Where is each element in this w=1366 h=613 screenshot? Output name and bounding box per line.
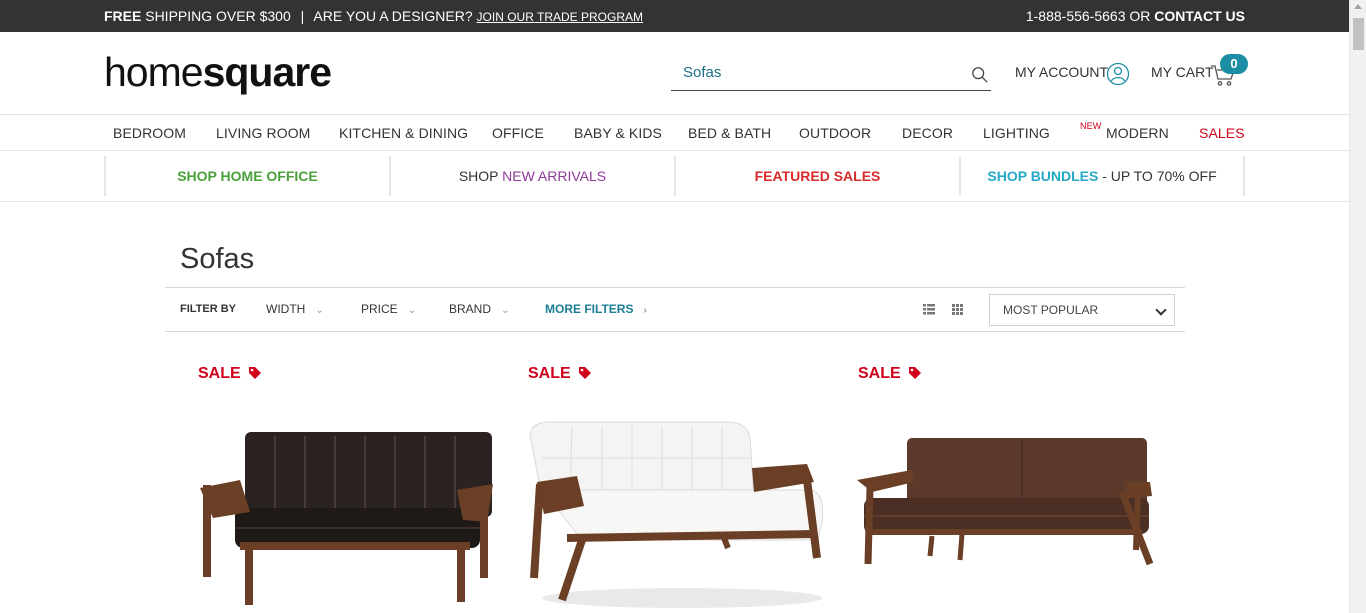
product-image-leather-sofa-black[interactable] — [195, 420, 500, 610]
filter-bar: FILTER BY WIDTH ⌄ PRICE ⌄ BRAND ⌄ MORE FILT… — [165, 287, 1185, 332]
nav-item-lighting[interactable]: LIGHTING — [983, 125, 1050, 141]
nav-item-modern[interactable]: NEW MODERN — [1080, 121, 1169, 141]
product-image-leather-sofa-brown[interactable] — [852, 432, 1157, 582]
nav-item-sales[interactable]: SALES — [1199, 125, 1245, 141]
search-icon[interactable] — [971, 66, 989, 84]
filter-width[interactable]: WIDTH ⌄ — [266, 302, 324, 316]
promo-strip: SHOP HOME OFFICE SHOP NEW ARRIVALS FEATU… — [0, 151, 1349, 202]
top-announcement-bar: FREE SHIPPING OVER $300 | ARE YOU A DESI… — [0, 0, 1366, 32]
scroll-up-icon[interactable] — [1354, 4, 1362, 9]
chevron-down-icon — [1155, 304, 1167, 316]
product-image-leather-sofa-white[interactable] — [522, 418, 827, 610]
filter-brand-label: BRAND — [449, 302, 492, 316]
filter-width-label: WIDTH — [266, 302, 306, 316]
chevron-down-icon: ⌄ — [407, 305, 417, 316]
search-input[interactable] — [683, 64, 953, 81]
sale-badge: SALE — [528, 365, 592, 383]
nav-item-decor[interactable]: DECOR — [902, 125, 953, 141]
sort-select[interactable]: MOST POPULAR — [989, 294, 1175, 326]
chevron-down-icon: ⌄ — [501, 305, 510, 316]
phone-number[interactable]: 1-888-556-5663 OR — [1026, 8, 1151, 24]
promo-shop-label: SHOP — [458, 168, 499, 184]
nav-item-bedroom[interactable]: BEDROOM — [113, 125, 186, 141]
promo-featured-sales[interactable]: FEATURED SALES — [674, 156, 959, 196]
chevron-down-icon: ⌄ — [315, 305, 324, 316]
page-title: Sofas — [180, 243, 255, 275]
logo-part-home: home — [104, 49, 204, 95]
promo-home-office[interactable]: SHOP HOME OFFICE — [104, 156, 389, 196]
cart-count-badge[interactable]: 0 — [1220, 54, 1248, 74]
sale-badge-label: SALE — [858, 365, 901, 382]
nav-item-living-room[interactable]: LIVING ROOM — [216, 125, 310, 141]
promo-new-arrivals[interactable]: SHOP NEW ARRIVALS — [389, 156, 674, 196]
homesquare-logo[interactable]: homesquare — [104, 49, 332, 95]
my-account-link[interactable]: MY ACCOUNT — [1015, 64, 1108, 80]
promo-bundles[interactable]: SHOP BUNDLES - UP TO 70% OFF — [959, 156, 1245, 196]
promo-bundles-label: SHOP BUNDLES — [987, 168, 1099, 184]
free-label: FREE — [104, 8, 142, 24]
contact-us-link[interactable]: CONTACT US — [1154, 8, 1245, 24]
sort-selected-value: MOST POPULAR — [1003, 303, 1099, 317]
promo-new-arrivals-label: NEW ARRIVALS — [502, 168, 607, 184]
user-icon[interactable] — [1106, 62, 1130, 86]
filter-price[interactable]: PRICE ⌄ — [361, 302, 416, 316]
designer-text: ARE YOU A DESIGNER? — [313, 8, 473, 24]
more-filters-label: MORE FILTERS — [545, 302, 634, 316]
price-tag-icon — [249, 367, 262, 379]
sale-badge: SALE — [858, 365, 922, 383]
shipping-text: SHIPPING OVER $300 — [145, 8, 291, 24]
filter-price-label: PRICE — [361, 302, 398, 316]
nav-item-outdoor[interactable]: OUTDOOR — [799, 125, 871, 141]
main-navigation: BEDROOM LIVING ROOM KITCHEN & DINING OFF… — [0, 115, 1349, 151]
site-header: homesquare MY ACCOUNT MY CART 0 — [0, 32, 1349, 115]
promo-bundles-discount: - UP TO 70% OFF — [1098, 168, 1217, 184]
sale-badge: SALE — [198, 365, 262, 383]
sale-badge-label: SALE — [528, 365, 571, 382]
my-cart-link[interactable]: MY CART — [1151, 64, 1214, 80]
promo-home-office-label: SHOP HOME OFFICE — [177, 168, 318, 184]
divider: | — [300, 8, 305, 24]
filter-brand[interactable]: BRAND ⌄ — [449, 302, 509, 316]
page-scrollbar[interactable] — [1349, 0, 1366, 613]
announcement-left: FREE SHIPPING OVER $300 | ARE YOU A DESI… — [104, 8, 643, 24]
nav-item-bed-bath[interactable]: BED & BATH — [688, 125, 771, 141]
logo-part-square: square — [202, 49, 332, 95]
new-badge: NEW — [1080, 121, 1102, 131]
trade-program-link[interactable]: JOIN OUR TRADE PROGRAM — [477, 10, 643, 24]
promo-featured-label: FEATURED SALES — [754, 168, 881, 184]
sale-badge-label: SALE — [198, 365, 241, 382]
chevron-right-icon: › — [643, 305, 647, 316]
grid-view-icon[interactable] — [952, 304, 963, 315]
price-tag-icon — [909, 367, 922, 379]
list-view-icon[interactable] — [923, 304, 935, 315]
more-filters-button[interactable]: MORE FILTERS › — [545, 302, 647, 316]
nav-item-office[interactable]: OFFICE — [492, 125, 544, 141]
filter-by-label: FILTER BY — [180, 303, 237, 315]
nav-item-baby-kids[interactable]: BABY & KIDS — [574, 125, 662, 141]
search-box[interactable] — [671, 58, 991, 91]
nav-item-kitchen-dining[interactable]: KITCHEN & DINING — [339, 125, 468, 141]
contact-info: 1-888-556-5663 OR CONTACT US — [1026, 8, 1245, 24]
price-tag-icon — [579, 367, 592, 379]
scrollbar-thumb[interactable] — [1353, 18, 1364, 50]
nav-label-modern: MODERN — [1106, 125, 1169, 141]
